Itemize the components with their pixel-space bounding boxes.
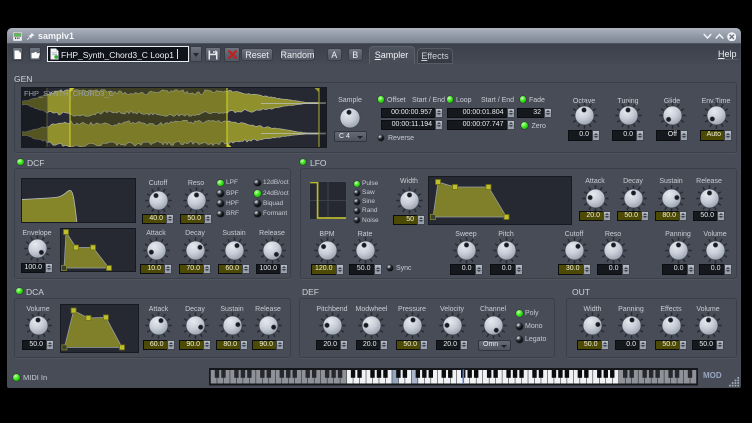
svg-text:FHP_SYNTH_CHORD3_C: FHP_SYNTH_CHORD3_C xyxy=(24,89,115,98)
